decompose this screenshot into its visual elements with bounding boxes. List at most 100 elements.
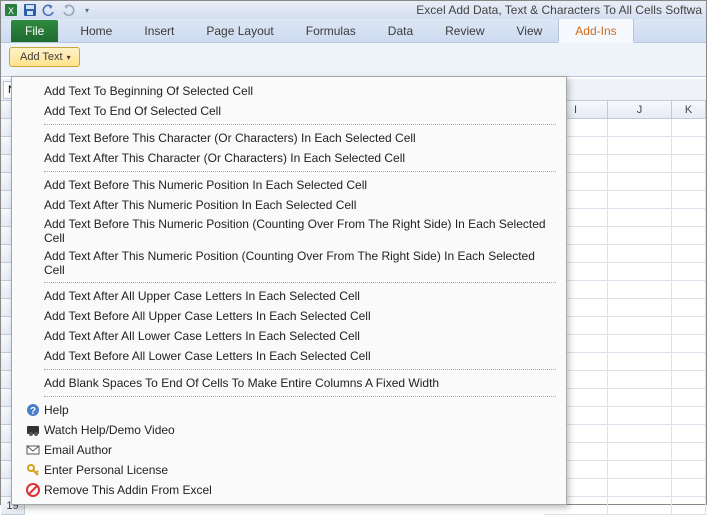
redo-icon[interactable] xyxy=(60,2,76,18)
cell[interactable] xyxy=(608,191,672,209)
menu-item-label: Add Text After All Lower Case Letters In… xyxy=(44,329,360,343)
menu-item[interactable]: Add Text Before This Numeric Position (C… xyxy=(14,215,564,247)
cell[interactable] xyxy=(608,497,672,515)
cell[interactable] xyxy=(672,479,706,497)
col-header[interactable]: J xyxy=(608,101,672,118)
cell[interactable] xyxy=(672,371,706,389)
help-icon: ? xyxy=(22,403,44,417)
cell[interactable] xyxy=(672,245,706,263)
cell[interactable] xyxy=(608,443,672,461)
cell[interactable] xyxy=(672,281,706,299)
cell[interactable] xyxy=(608,155,672,173)
menu-item[interactable]: Watch Help/Demo Video xyxy=(14,420,564,440)
cell[interactable] xyxy=(672,407,706,425)
menu-item-label: Add Text Before This Numeric Position (C… xyxy=(44,217,558,245)
menu-item[interactable]: Add Text To End Of Selected Cell xyxy=(14,101,564,121)
cell[interactable] xyxy=(608,119,672,137)
cell[interactable] xyxy=(608,407,672,425)
tab-file[interactable]: File xyxy=(11,20,58,42)
cell[interactable] xyxy=(672,119,706,137)
menu-item[interactable]: Remove This Addin From Excel xyxy=(14,480,564,500)
cell[interactable] xyxy=(672,353,706,371)
menu-item[interactable]: Add Text Before All Lower Case Letters I… xyxy=(14,346,564,366)
tab-review[interactable]: Review xyxy=(429,19,500,42)
cell[interactable] xyxy=(672,461,706,479)
menu-item[interactable]: Add Text After This Character (Or Charac… xyxy=(14,148,564,168)
menu-item-label: Add Text Before All Lower Case Letters I… xyxy=(44,349,371,363)
add-text-label: Add Text xyxy=(20,51,63,63)
cell[interactable] xyxy=(672,317,706,335)
menu-item[interactable]: Add Text After All Lower Case Letters In… xyxy=(14,326,564,346)
cell[interactable] xyxy=(672,497,706,515)
qat-customize-arrow[interactable]: ▾ xyxy=(79,2,95,18)
save-icon[interactable] xyxy=(22,2,38,18)
cell[interactable] xyxy=(672,227,706,245)
cell[interactable] xyxy=(672,335,706,353)
cell[interactable] xyxy=(608,209,672,227)
col-header[interactable]: K xyxy=(672,101,706,118)
menu-item[interactable]: Add Blank Spaces To End Of Cells To Make… xyxy=(14,373,564,393)
menu-item[interactable]: Email Author xyxy=(14,440,564,460)
menu-item[interactable]: Enter Personal License xyxy=(14,460,564,480)
cell[interactable] xyxy=(672,299,706,317)
cell[interactable] xyxy=(672,443,706,461)
cell[interactable] xyxy=(608,425,672,443)
menu-item-label: Add Blank Spaces To End Of Cells To Make… xyxy=(44,376,439,390)
menu-item[interactable]: Add Text After All Upper Case Letters In… xyxy=(14,286,564,306)
video-icon xyxy=(22,423,44,437)
tab-insert[interactable]: Insert xyxy=(128,19,190,42)
menu-item-label: Email Author xyxy=(44,443,112,457)
cell[interactable] xyxy=(608,137,672,155)
cell[interactable] xyxy=(608,227,672,245)
cell[interactable] xyxy=(608,173,672,191)
cell[interactable] xyxy=(672,191,706,209)
menu-item-label: Add Text After All Upper Case Letters In… xyxy=(44,289,360,303)
menu-item-label: Add Text Before This Numeric Position In… xyxy=(44,178,367,192)
menu-item-label: Watch Help/Demo Video xyxy=(44,423,175,437)
cell[interactable] xyxy=(672,155,706,173)
cell[interactable] xyxy=(608,353,672,371)
cell[interactable] xyxy=(672,389,706,407)
cell[interactable] xyxy=(672,263,706,281)
excel-icon: X xyxy=(3,2,19,18)
cell[interactable] xyxy=(608,263,672,281)
cell[interactable] xyxy=(608,245,672,263)
cell[interactable] xyxy=(672,173,706,191)
menu-item[interactable]: Add Text Before This Character (Or Chara… xyxy=(14,128,564,148)
tab-home[interactable]: Home xyxy=(64,19,128,42)
tab-formulas[interactable]: Formulas xyxy=(290,19,372,42)
tab-page-layout[interactable]: Page Layout xyxy=(190,19,289,42)
undo-icon[interactable] xyxy=(41,2,57,18)
ribbon-body: Add Text ▾ xyxy=(1,43,706,77)
tab-view[interactable]: View xyxy=(501,19,559,42)
menu-item[interactable]: Add Text After This Numeric Position In … xyxy=(14,195,564,215)
menu-item-label: Remove This Addin From Excel xyxy=(44,483,212,497)
cell[interactable] xyxy=(672,137,706,155)
add-text-dropdown: Add Text To Beginning Of Selected Cell Ad… xyxy=(11,76,567,505)
cell[interactable] xyxy=(608,335,672,353)
menu-item[interactable]: Add Text After This Numeric Position (Co… xyxy=(14,247,564,279)
email-icon xyxy=(22,443,44,457)
menu-item-label: Add Text To End Of Selected Cell xyxy=(44,104,221,118)
menu-item[interactable]: Add Text Before This Numeric Position In… xyxy=(14,175,564,195)
cell[interactable] xyxy=(672,425,706,443)
cell[interactable] xyxy=(608,389,672,407)
cell[interactable] xyxy=(608,317,672,335)
menu-item[interactable]: Add Text Before All Upper Case Letters I… xyxy=(14,306,564,326)
menu-item[interactable]: ?Help xyxy=(14,400,564,420)
ribbon-tabs: File Home Insert Page Layout Formulas Da… xyxy=(1,19,706,43)
menu-item-label: Enter Personal License xyxy=(44,463,168,477)
cell[interactable] xyxy=(608,371,672,389)
tab-data[interactable]: Data xyxy=(372,19,429,42)
cell[interactable] xyxy=(672,209,706,227)
cell[interactable] xyxy=(608,299,672,317)
cell[interactable] xyxy=(608,479,672,497)
tab-add-ins[interactable]: Add-Ins xyxy=(558,18,633,43)
cell[interactable] xyxy=(608,281,672,299)
cell[interactable] xyxy=(608,461,672,479)
menu-item-label: Add Text After This Character (Or Charac… xyxy=(44,151,405,165)
menu-item-label: Add Text To Beginning Of Selected Cell xyxy=(44,84,253,98)
menu-item-label: Add Text Before This Character (Or Chara… xyxy=(44,131,416,145)
menu-item[interactable]: Add Text To Beginning Of Selected Cell xyxy=(14,81,564,101)
add-text-button[interactable]: Add Text ▾ xyxy=(9,47,80,67)
